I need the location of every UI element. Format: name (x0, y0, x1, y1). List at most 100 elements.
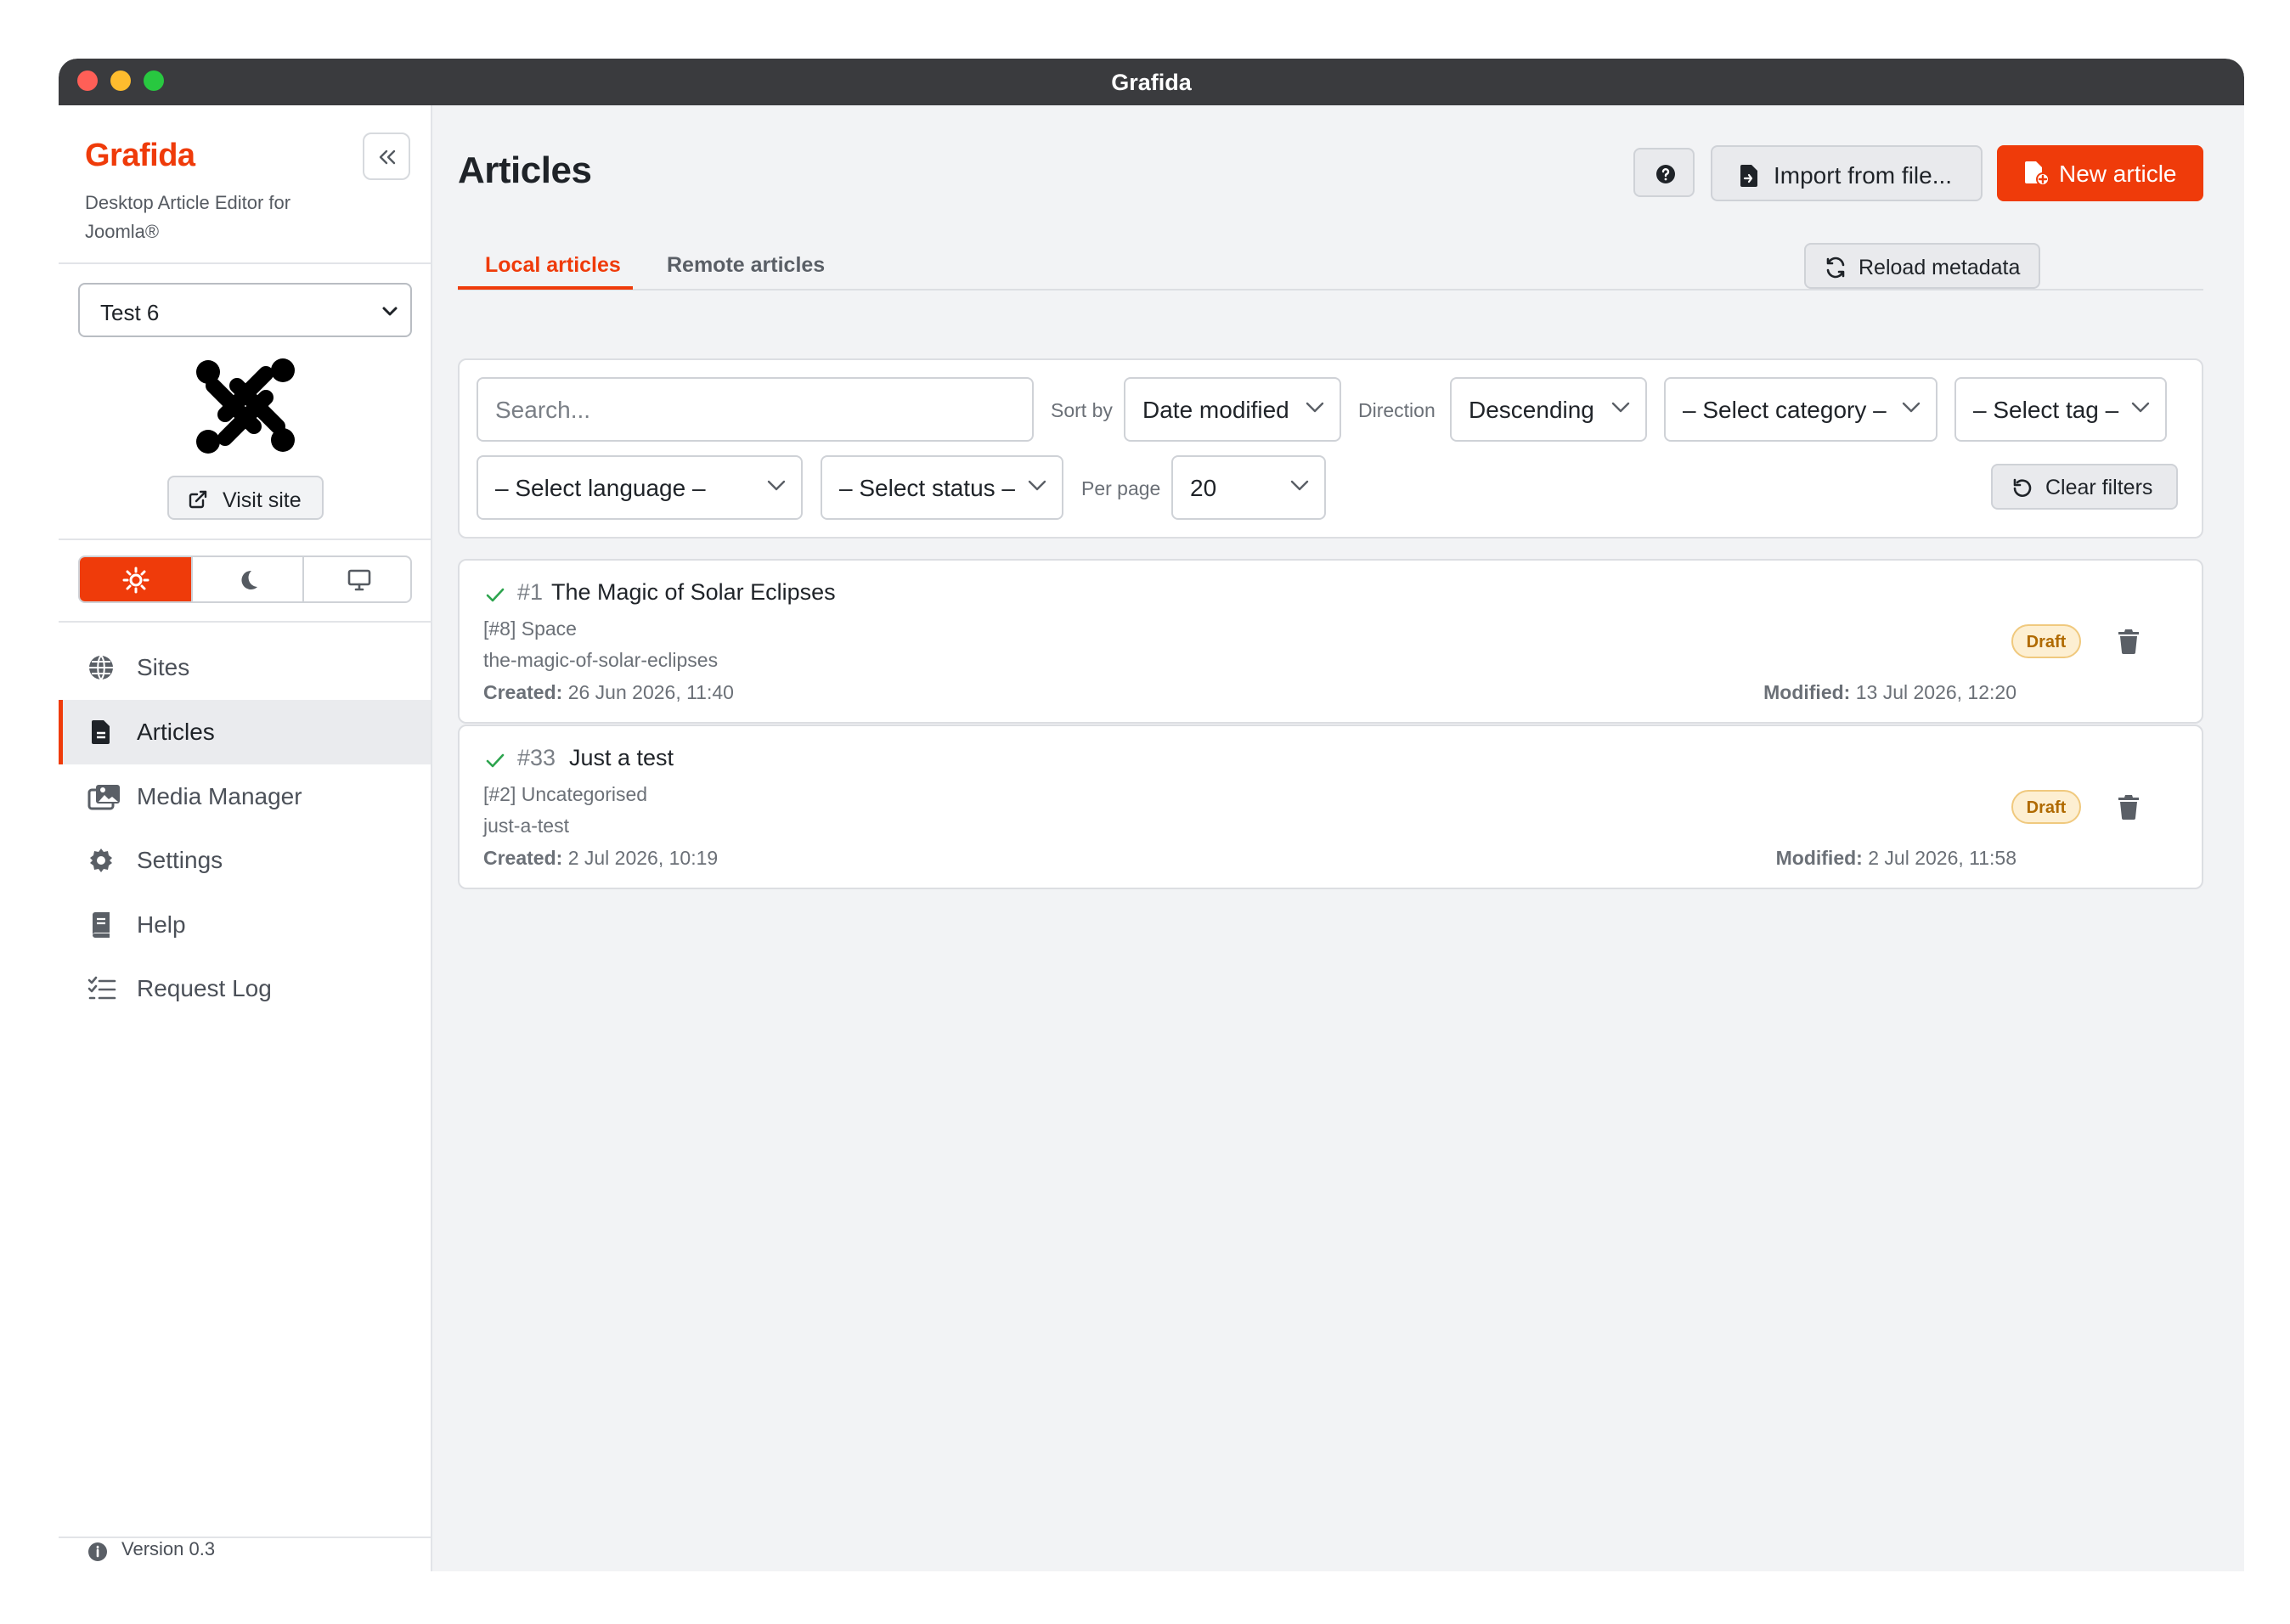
tab-remote-articles[interactable]: Remote articles (667, 253, 825, 278)
reload-metadata-label: Reload metadata (1859, 256, 2021, 279)
new-article-button[interactable]: New article (1997, 145, 2203, 201)
site-select-value: Test 6 (100, 300, 160, 325)
reload-metadata-button[interactable]: Reload metadata (1804, 243, 2040, 289)
page-title: Articles (458, 149, 592, 191)
modified-date: 2 Jul 2026, 11:58 (1868, 847, 2016, 869)
search-input[interactable]: Search... (477, 377, 1034, 442)
direction-label: Direction (1358, 399, 1435, 421)
sidebar-item-label: Articles (137, 719, 215, 745)
sidebar-item-label: Sites (137, 654, 190, 680)
question-circle-icon (1656, 165, 1675, 183)
help-button[interactable] (1633, 148, 1695, 197)
sidebar-item-label: Settings (137, 847, 223, 873)
trash-icon[interactable] (2118, 794, 2140, 820)
article-card[interactable]: #1 The Magic of Solar Eclipses [#8] Spac… (458, 559, 2203, 724)
article-alias: the-magic-of-solar-eclipses (483, 649, 719, 671)
article-title[interactable]: Just a test (569, 745, 674, 771)
new-article-label: New article (2059, 161, 2177, 187)
status-value: – Select status – (839, 475, 1016, 501)
list-check-icon (87, 976, 116, 1000)
sun-icon (122, 567, 149, 594)
language-select[interactable]: – Select language – (477, 455, 803, 520)
per-page-value: 20 (1190, 475, 1217, 501)
search-placeholder: Search... (495, 397, 591, 423)
tab-local-articles[interactable]: Local articles (485, 253, 621, 278)
chevron-down-icon (382, 307, 398, 316)
created-label: Created: (483, 681, 563, 703)
theme-switcher (78, 555, 412, 603)
modified-date: 13 Jul 2026, 12:20 (1855, 681, 2016, 703)
collapse-sidebar-button[interactable] (363, 133, 410, 180)
sidebar-item-request-log[interactable]: Request Log (59, 956, 431, 1021)
import-from-file-label: Import from file... (1774, 162, 1953, 189)
status-badge-label: Draft (2026, 798, 2067, 817)
article-modified: Modified: 13 Jul 2026, 12:20 (1763, 681, 2016, 704)
per-page-select[interactable]: 20 (1171, 455, 1326, 520)
sidebar-item-sites[interactable]: Sites (59, 635, 431, 700)
article-id: #1 (517, 579, 544, 605)
main-content: Articles Import from file... New article… (434, 105, 2244, 1571)
visit-site-button[interactable]: Visit site (167, 476, 324, 520)
sidebar-divider (59, 539, 432, 540)
undo-icon (2013, 478, 2032, 497)
article-card[interactable]: #33 Just a test [#2] Uncategorised just-… (458, 725, 2203, 889)
modified-label: Modified: (1775, 847, 1863, 869)
theme-system-button[interactable] (302, 557, 410, 601)
check-icon (486, 753, 505, 768)
article-title[interactable]: The Magic of Solar Eclipses (551, 579, 836, 606)
chevron-down-icon (1290, 480, 1309, 491)
article-id: #33 (517, 745, 556, 770)
joomla-logo-icon (196, 358, 295, 454)
per-page-label: Per page (1081, 477, 1161, 499)
article-alias: just-a-test (483, 815, 569, 837)
tag-select[interactable]: – Select tag – (1954, 377, 2167, 442)
article-modified: Modified: 2 Jul 2026, 11:58 (1776, 847, 2016, 870)
window-title: Grafida (1111, 70, 1192, 95)
sidebar-item-label: Media Manager (137, 783, 302, 809)
status-select[interactable]: – Select status – (821, 455, 1063, 520)
status-badge: Draft (2011, 624, 2081, 658)
sidebar-item-label: Request Log (137, 975, 272, 1001)
language-value: – Select language – (495, 475, 706, 501)
chevron-down-icon (1028, 480, 1046, 491)
sidebar: Grafida Desktop Article Editor for Jooml… (59, 105, 432, 1571)
status-badge: Draft (2011, 790, 2081, 824)
created-date: 26 Jun 2026, 11:40 (567, 681, 734, 703)
theme-light-button[interactable] (80, 557, 191, 601)
direction-value: Descending (1469, 397, 1594, 423)
title-bar: Grafida (59, 59, 2244, 105)
status-badge-label: Draft (2026, 633, 2067, 651)
category-select[interactable]: – Select category – (1664, 377, 1937, 442)
visit-site-label: Visit site (223, 488, 302, 512)
clear-filters-button[interactable]: Clear filters (1991, 464, 2178, 510)
chevron-down-icon (2131, 402, 2150, 413)
site-select[interactable]: Test 6 (78, 283, 412, 337)
tag-value: – Select tag – (1973, 397, 2119, 423)
created-label: Created: (483, 847, 563, 869)
sidebar-item-settings[interactable]: Settings (59, 828, 431, 893)
created-date: 2 Jul 2026, 10:19 (567, 847, 719, 869)
file-plus-icon (2025, 161, 2050, 186)
sidebar-item-media-manager[interactable]: Media Manager (59, 764, 431, 829)
file-import-icon (1740, 165, 1757, 187)
images-icon (87, 785, 120, 810)
theme-dark-button[interactable] (191, 557, 302, 601)
filter-panel: Search... Sort by Date modified Directio… (458, 358, 2203, 539)
sidebar-divider (59, 621, 432, 623)
sidebar-item-articles[interactable]: Articles (59, 700, 431, 764)
check-icon (486, 588, 505, 602)
app-brand: Grafida (85, 138, 195, 173)
active-tab-indicator (458, 286, 633, 290)
sidebar-item-label: Help (137, 911, 186, 938)
sidebar-divider (59, 262, 432, 264)
trash-icon[interactable] (2118, 629, 2140, 654)
import-from-file-button[interactable]: Import from file... (1711, 145, 1983, 201)
sidebar-item-help[interactable]: Help (59, 893, 431, 957)
chevrons-left-icon (379, 149, 396, 165)
modified-label: Modified: (1763, 681, 1851, 703)
article-created: Created: 2 Jul 2026, 10:19 (483, 847, 718, 870)
globe-icon (89, 655, 113, 680)
article-category: [#8] Space (483, 617, 577, 640)
direction-select[interactable]: Descending (1450, 377, 1647, 442)
sort-by-select[interactable]: Date modified (1124, 377, 1341, 442)
